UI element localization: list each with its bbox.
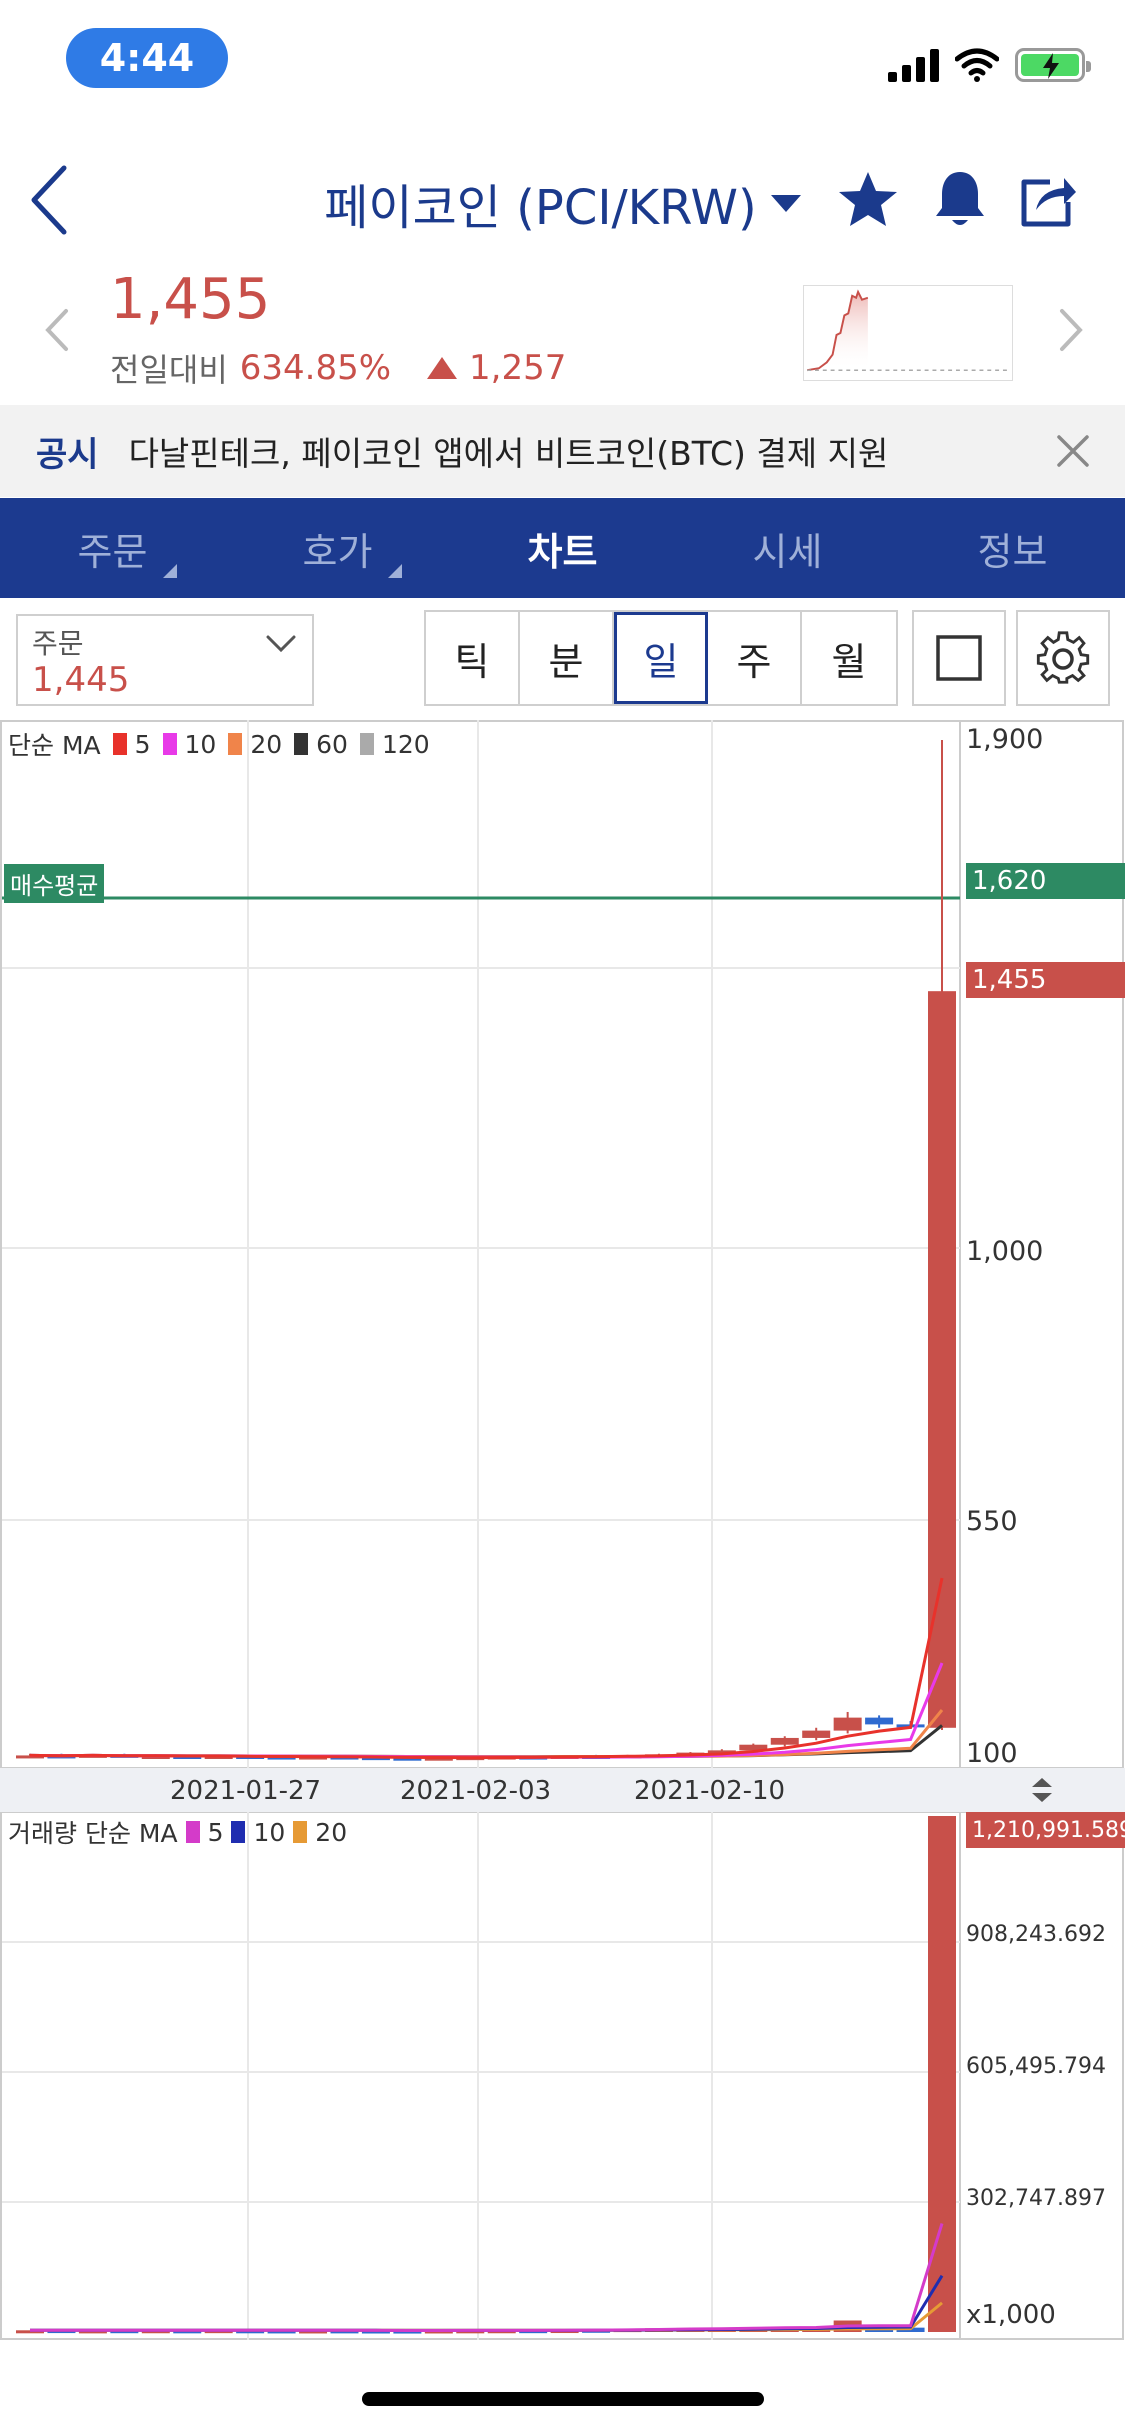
status-time: 4:44 — [66, 28, 228, 88]
chart-canvas[interactable] — [0, 720, 1125, 2340]
next-coin-arrow-icon[interactable] — [1050, 305, 1090, 355]
buy-average-price-tag: 1,620 — [966, 863, 1125, 899]
page-title: 페이코인 (PCI/KRW) — [324, 180, 757, 236]
buy-average-label: 매수평균 — [4, 864, 105, 903]
current-price: 1,455 — [110, 267, 271, 332]
volume-ma-line-5 — [29, 2223, 944, 2332]
candle — [928, 991, 956, 1728]
ma-legend-item-60: 60 — [294, 730, 348, 759]
change-label: 전일대비 — [110, 351, 228, 389]
volume-legend-item-20: 20 — [315, 1817, 348, 1847]
candle — [865, 1717, 894, 1725]
cellular-signal-icon — [888, 48, 939, 82]
sparkline-mini-chart[interactable] — [803, 285, 1013, 381]
gear-icon — [1036, 631, 1090, 684]
period-selector: 틱 분 일 주 월 — [424, 610, 898, 706]
order-price-dropdown[interactable]: 주문 1,445 — [16, 614, 314, 706]
coin-selector[interactable]: 페이코인 (PCI/KRW) — [324, 168, 801, 238]
date-axis-label: 2021-01-27 — [170, 1776, 322, 1806]
fullscreen-button[interactable] — [912, 610, 1006, 706]
volume-axis-tick: 908,243.692 — [966, 1922, 1106, 1947]
price-chart[interactable]: 단순 MA 5 10 20 60 120 1,900 1,620 매수평균 1,… — [0, 720, 1125, 2340]
tab-info[interactable]: 정보 — [900, 498, 1125, 598]
volume-legend-title: 거래량 단순 MA — [8, 1819, 178, 1848]
tab-orderbook[interactable]: 호가 — [225, 498, 450, 598]
price-axis-tick: 100 — [966, 1738, 1018, 1769]
change-percent: 634.85% — [239, 348, 392, 388]
app-header: 페이코인 (PCI/KRW) — [0, 150, 1125, 250]
tab-market-price[interactable]: 시세 — [675, 498, 900, 598]
price-change: 전일대비 634.85% 1,257 — [110, 345, 566, 391]
notice-banner[interactable]: 공시 다날핀테크, 페이코인 앱에서 비트코인(BTC) 결제 지원 — [0, 405, 1125, 497]
ma-legend: 단순 MA 5 10 20 60 120 — [8, 726, 430, 762]
order-box-label: 주문 — [32, 627, 84, 660]
date-axis-label: 2021-02-03 — [400, 1776, 552, 1806]
candle — [770, 1737, 799, 1745]
notice-text: 다날핀테크, 페이코인 앱에서 비트코인(BTC) 결제 지원 — [128, 434, 889, 473]
candle — [802, 1730, 831, 1738]
volume-axis-tick: 605,495.794 — [966, 2054, 1106, 2079]
volume-axis-tick: x1,000 — [966, 2300, 1056, 2330]
square-icon — [936, 635, 982, 681]
current-volume-tag: 1,210,991.589 — [966, 1812, 1125, 1848]
period-month[interactable]: 월 — [802, 612, 896, 704]
ma-legend-item-10: 10 — [162, 730, 216, 759]
home-indicator — [362, 2392, 764, 2406]
ma-legend-item-5: 5 — [112, 730, 151, 759]
wifi-icon — [955, 48, 999, 82]
volume-ma-legend: 거래량 단순 MA 5 10 20 — [8, 1814, 347, 1850]
status-bar: 4:44 — [0, 0, 1125, 120]
period-week[interactable]: 주 — [708, 612, 802, 704]
date-axis — [0, 1768, 1125, 1812]
panel-resize-icon[interactable] — [1030, 1776, 1054, 1804]
share-icon[interactable] — [1016, 168, 1080, 232]
close-icon[interactable] — [1055, 433, 1091, 469]
period-minute[interactable]: 분 — [520, 612, 614, 704]
volume-axis-tick: 302,747.897 — [966, 2186, 1106, 2211]
price-axis-tick: 1,000 — [966, 1236, 1044, 1267]
candle — [833, 1717, 862, 1731]
volume-legend-item-5: 5 — [207, 1817, 224, 1847]
period-tick[interactable]: 틱 — [426, 612, 520, 704]
price-axis-tick: 1,900 — [966, 724, 1044, 755]
up-triangle-icon — [427, 357, 458, 379]
prev-coin-arrow-icon[interactable] — [38, 305, 78, 355]
period-day[interactable]: 일 — [614, 612, 708, 704]
status-icons — [888, 48, 1091, 82]
star-favorite-icon[interactable] — [836, 168, 900, 232]
ma-legend-item-120: 120 — [359, 730, 430, 759]
ma-legend-item-20: 20 — [228, 730, 282, 759]
order-box-value: 1,445 — [32, 660, 130, 700]
main-tab-bar: 주문 호가 차트 시세 정보 — [0, 498, 1125, 598]
caret-down-icon — [770, 194, 801, 212]
date-axis-label: 2021-02-10 — [634, 1776, 786, 1806]
current-price-tag: 1,455 — [966, 962, 1125, 998]
bell-alert-icon[interactable] — [928, 168, 992, 232]
chart-controls: 주문 1,445 틱 분 일 주 월 — [0, 598, 1125, 718]
ma-line-10 — [29, 1662, 944, 1759]
back-arrow-icon[interactable] — [22, 162, 82, 238]
volume-legend-item-10: 10 — [253, 1817, 286, 1847]
volume-ma-line-10 — [29, 2274, 944, 2332]
ma-legend-title: 단순 MA — [8, 731, 101, 760]
price-axis-tick: 550 — [966, 1506, 1018, 1537]
tab-order[interactable]: 주문 — [0, 498, 225, 598]
chevron-down-icon — [266, 635, 296, 653]
notice-tag: 공시 — [36, 434, 99, 475]
chart-settings-button[interactable] — [1016, 610, 1110, 706]
price-summary: 1,455 전일대비 634.85% 1,257 — [0, 265, 1125, 395]
battery-charging-icon — [1015, 48, 1091, 82]
tab-chart[interactable]: 차트 — [450, 498, 675, 598]
change-amount: 1,257 — [469, 348, 567, 388]
